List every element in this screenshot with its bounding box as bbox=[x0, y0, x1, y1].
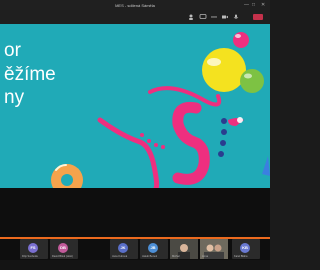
slide-text-line-1: or bbox=[4, 40, 21, 61]
pink-ribbon-left bbox=[97, 117, 160, 188]
people-icon[interactable] bbox=[188, 13, 196, 21]
yellow-ball bbox=[202, 48, 246, 92]
title-bar: MES - sdílená Sáměla — □ ✕ bbox=[0, 0, 270, 10]
maximize-button[interactable]: □ bbox=[252, 2, 255, 8]
participant-tile[interactable]: JK Jana Kubová bbox=[110, 239, 138, 259]
participant-name: Anna bbox=[202, 255, 209, 258]
participant-name: Michal bbox=[172, 255, 180, 258]
participant-video-tile[interactable]: Michal bbox=[170, 239, 198, 259]
microphone-icon[interactable] bbox=[232, 13, 240, 21]
close-window-button[interactable]: ✕ bbox=[261, 2, 265, 8]
slide-graphics bbox=[51, 32, 270, 188]
avatar: DB bbox=[58, 243, 68, 253]
camera-icon[interactable] bbox=[221, 13, 229, 21]
slide-text-line-2: ěžíme bbox=[4, 64, 56, 85]
small-pink-ball bbox=[233, 32, 249, 48]
green-ball bbox=[240, 69, 264, 93]
participant-tile[interactable]: KB Karel Bláha bbox=[232, 239, 260, 259]
avatar: KB bbox=[240, 243, 250, 253]
blue-dot bbox=[218, 151, 224, 157]
pink-ribbon-top bbox=[148, 86, 222, 107]
participant-tile[interactable]: JB Jakub Beneš bbox=[140, 239, 168, 259]
participant-name: Jakub Beneš bbox=[142, 255, 157, 258]
participant-name: Karel Bláha bbox=[234, 255, 248, 258]
blue-triangle-shape bbox=[262, 156, 270, 176]
participant-tile[interactable]: FS Filip Svoboda bbox=[20, 239, 48, 259]
avatar: FS bbox=[28, 243, 38, 253]
more-options-icon[interactable] bbox=[210, 13, 218, 21]
minimize-button[interactable]: — bbox=[244, 2, 249, 8]
blue-dot bbox=[220, 140, 226, 146]
participant-name: David Bílek (Host) bbox=[52, 255, 73, 258]
chat-icon[interactable] bbox=[199, 13, 207, 21]
participant-name: Jana Kubová bbox=[112, 255, 128, 258]
participant-name: Filip Svoboda bbox=[22, 255, 38, 258]
leave-meeting-button[interactable] bbox=[253, 14, 263, 20]
meeting-toolbar bbox=[0, 10, 270, 24]
pink-letter-s bbox=[172, 101, 210, 185]
blue-dot bbox=[221, 129, 227, 135]
shared-presentation-slide: or ěžíme ny bbox=[0, 24, 270, 188]
slide-text-line-3: ny bbox=[4, 87, 25, 108]
avatar: JK bbox=[118, 243, 128, 253]
participant-tile[interactable]: DB David Bílek (Host) bbox=[50, 239, 78, 259]
participant-video-tile[interactable]: Anna bbox=[200, 239, 228, 259]
window-title: MES - sdílená Sáměla bbox=[115, 3, 155, 8]
blue-dot bbox=[221, 118, 227, 124]
taskbar bbox=[0, 260, 270, 270]
avatar: JB bbox=[148, 243, 158, 253]
